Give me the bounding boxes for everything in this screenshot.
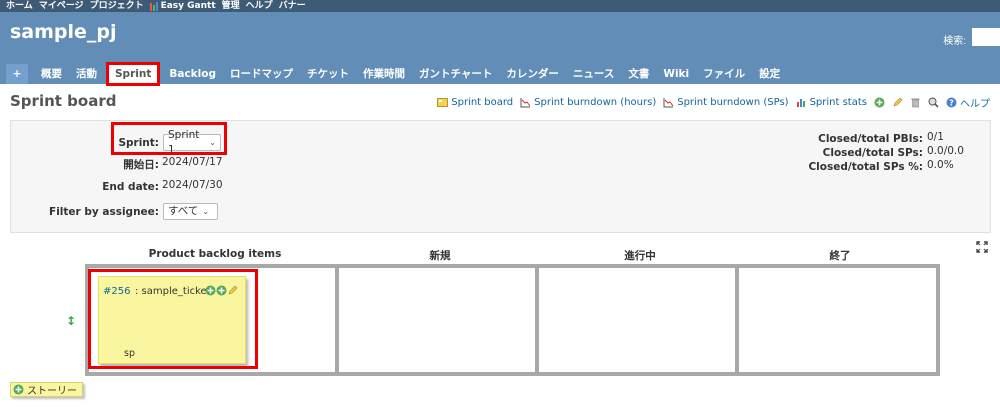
tab-news[interactable]: ニュース [566,64,621,84]
new-story-button-label: ストーリー [27,386,77,397]
main-menu: + 概要 活動 Sprint Backlog ロードマップ チケット 作業時間 … [6,62,787,86]
burndown-hours-link-label: Sprint burndown (hours) [534,97,657,108]
column-header-closed: 終了 [829,250,851,262]
closed-sps-pct-value: 0.0% [927,159,954,171]
tab-roadmap[interactable]: ロードマップ [223,64,300,84]
cell-in-progress[interactable] [539,268,735,372]
start-date-label: 開始日: [123,159,159,171]
start-date-value: 2024/07/17 [162,156,223,168]
top-menu-banner[interactable]: バナー [279,0,306,12]
search-icon[interactable] [928,97,939,108]
help-link-label: ヘルプ [960,99,990,110]
tab-activity[interactable]: 活動 [69,64,104,84]
assignee-filter-value: すべて [168,205,199,217]
tab-gantt[interactable]: ガントチャート [412,64,499,84]
top-menu-help[interactable]: ヘルプ [246,0,273,12]
sprint-stats-link-label: Sprint stats [809,97,867,108]
top-menu-projects[interactable]: プロジェクト [90,0,144,12]
top-menu-easy-gantt[interactable]: Easy Gantt [149,0,216,12]
new-story-button[interactable]: ストーリー [10,382,83,397]
board-icon [437,98,449,107]
end-date-value: 2024/07/30 [162,179,223,191]
tab-issues[interactable]: チケット [300,64,356,84]
search-input[interactable] [972,28,1000,46]
column-header-in-progress: 進行中 [624,250,656,262]
tab-sprint[interactable]: Sprint [105,62,161,86]
sprint-highlight [111,122,227,155]
chevron-down-icon: ⌄ [202,207,210,216]
closed-pbis-label: Closed/total PBIs: [818,133,923,145]
story-card-highlight [88,269,258,369]
svg-text:?: ? [949,99,954,108]
contextual-links: Sprint board Sprint burndown (hours) Spr… [437,95,990,110]
top-menu-my-page[interactable]: マイページ [39,0,84,12]
closed-pbis-value: 0/1 [927,131,944,143]
easy-gantt-icon [149,1,158,11]
tab-settings[interactable]: 設定 [752,64,787,84]
column-header-new: 新規 [429,250,451,262]
page-title: Sprint board [10,92,117,110]
end-date-label: End date: [102,181,159,193]
sprint-stats-link[interactable]: Sprint stats [796,97,867,108]
fullscreen-icon[interactable] [976,241,988,253]
header: sample_pj 検索: + 概要 活動 Sprint Backlog ロード… [0,12,1000,86]
bar-chart-icon [796,99,805,107]
top-menu-home[interactable]: ホーム [6,0,33,12]
help-icon: ? [946,97,957,108]
assignee-filter-label: Filter by assignee: [49,206,159,218]
burndown-sps-link-label: Sprint burndown (SPs) [677,97,789,108]
tab-wiki[interactable]: Wiki [656,64,696,84]
chart-line-icon [663,98,674,108]
chart-line-icon [520,98,531,108]
delete-icon[interactable] [910,97,921,108]
closed-sps-label: Closed/total SPs: [822,147,923,159]
project-title[interactable]: sample_pj [10,21,117,43]
add-icon[interactable] [874,97,885,108]
search-label: 検索: [943,36,966,47]
top-menu-admin[interactable]: 管理 [222,0,240,12]
cell-new[interactable] [339,268,535,372]
content: Sprint board Sprint board Sprint burndow… [0,84,1000,407]
sprint-board-link-label: Sprint board [451,97,514,108]
closed-sps-value: 0.0/0.0 [927,145,964,157]
assignee-filter-select[interactable]: すべて ⌄ [163,203,218,220]
top-menu-easy-gantt-label: Easy Gantt [160,1,216,11]
burndown-hours-link[interactable]: Sprint burndown (hours) [520,97,656,108]
top-menu: ホーム マイページ プロジェクト Easy Gantt 管理 ヘルプ バナー [0,0,1000,12]
tab-documents[interactable]: 文書 [621,64,656,84]
sprint-board-link[interactable]: Sprint board [437,97,513,108]
burndown-sps-link[interactable]: Sprint burndown (SPs) [663,97,789,108]
tab-new[interactable]: + [6,64,28,84]
closed-sps-pct-label: Closed/total SPs %: [808,161,923,173]
tab-overview[interactable]: 概要 [34,64,69,84]
tab-time-entries[interactable]: 作業時間 [356,64,412,84]
tab-files[interactable]: ファイル [696,64,752,84]
tab-calendar[interactable]: カレンダー [499,64,566,84]
edit-icon[interactable] [892,97,903,108]
drag-handle-icon[interactable]: ↕ [66,314,76,328]
tab-backlog[interactable]: Backlog [162,64,223,84]
help-link[interactable]: ? ヘルプ [946,95,990,110]
column-header-pbi: Product backlog items [148,248,282,260]
add-icon [13,384,24,395]
cell-closed[interactable] [739,268,936,372]
